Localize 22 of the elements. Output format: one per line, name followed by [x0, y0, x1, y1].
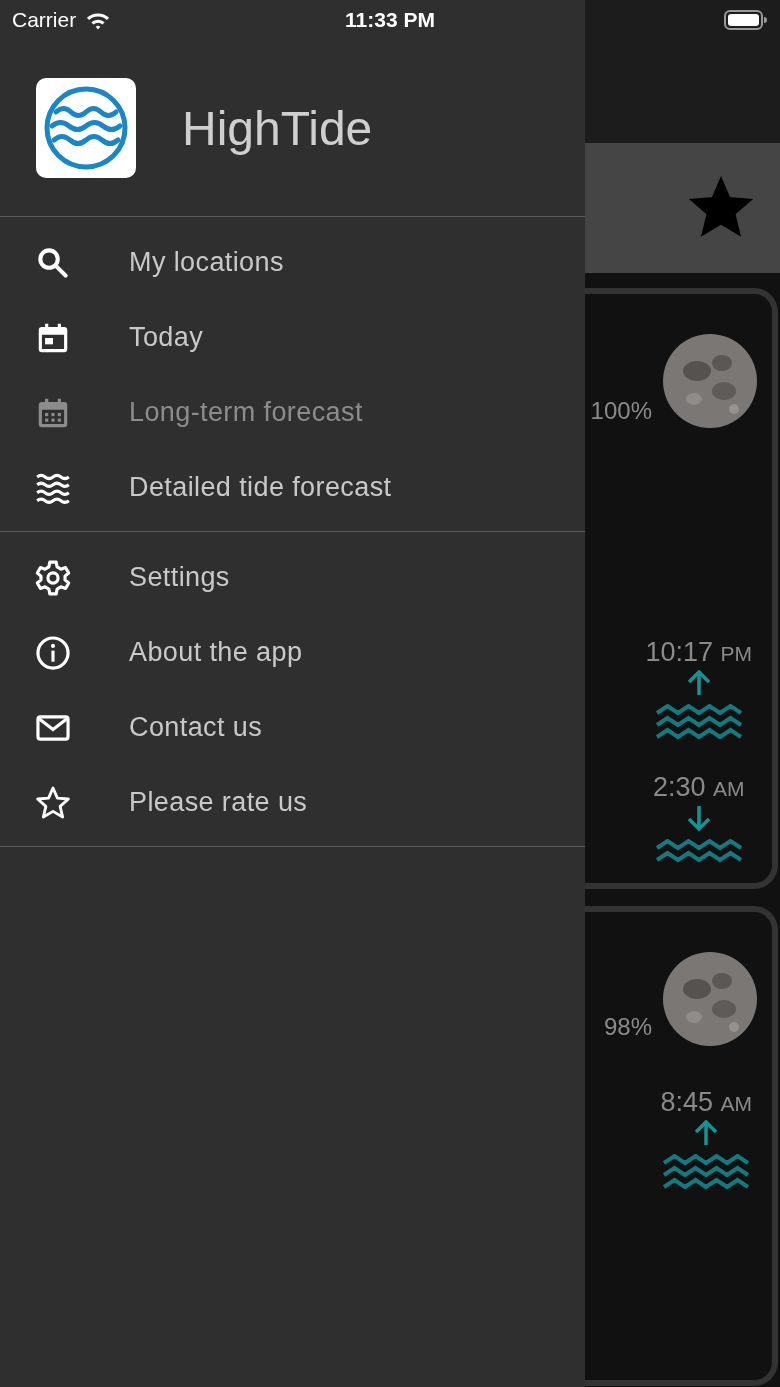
- waves-icon: [662, 1154, 751, 1192]
- menu-item[interactable]: My locations: [0, 225, 585, 300]
- moon-illumination: 100%: [590, 397, 652, 425]
- tide-time: 8:45 AM: [660, 1087, 752, 1118]
- battery-icon: [724, 9, 768, 31]
- moon-illumination: 98%: [603, 1013, 652, 1041]
- tide-time: 2:30 AM: [652, 772, 745, 803]
- menu-item[interactable]: Today: [0, 300, 585, 375]
- settings-icon: [34, 558, 72, 597]
- menu-item[interactable]: Settings: [0, 540, 585, 615]
- app-logo-icon: [36, 78, 136, 178]
- menu-item[interactable]: Detailed tide forecast: [0, 450, 585, 525]
- waves-icon: [654, 839, 743, 865]
- menu-item[interactable]: Contact us: [0, 690, 585, 765]
- app-name: HighTide: [182, 100, 373, 156]
- waves-icon: [654, 704, 743, 742]
- tide-time: 10:17 PM: [645, 637, 752, 668]
- menu-item[interactable]: About the app: [0, 615, 585, 690]
- carrier-name: Carrier: [12, 8, 77, 32]
- menu-item[interactable]: Please rate us: [0, 765, 585, 840]
- info-icon: [34, 633, 72, 672]
- status-time: 11:33 PM: [344, 8, 436, 32]
